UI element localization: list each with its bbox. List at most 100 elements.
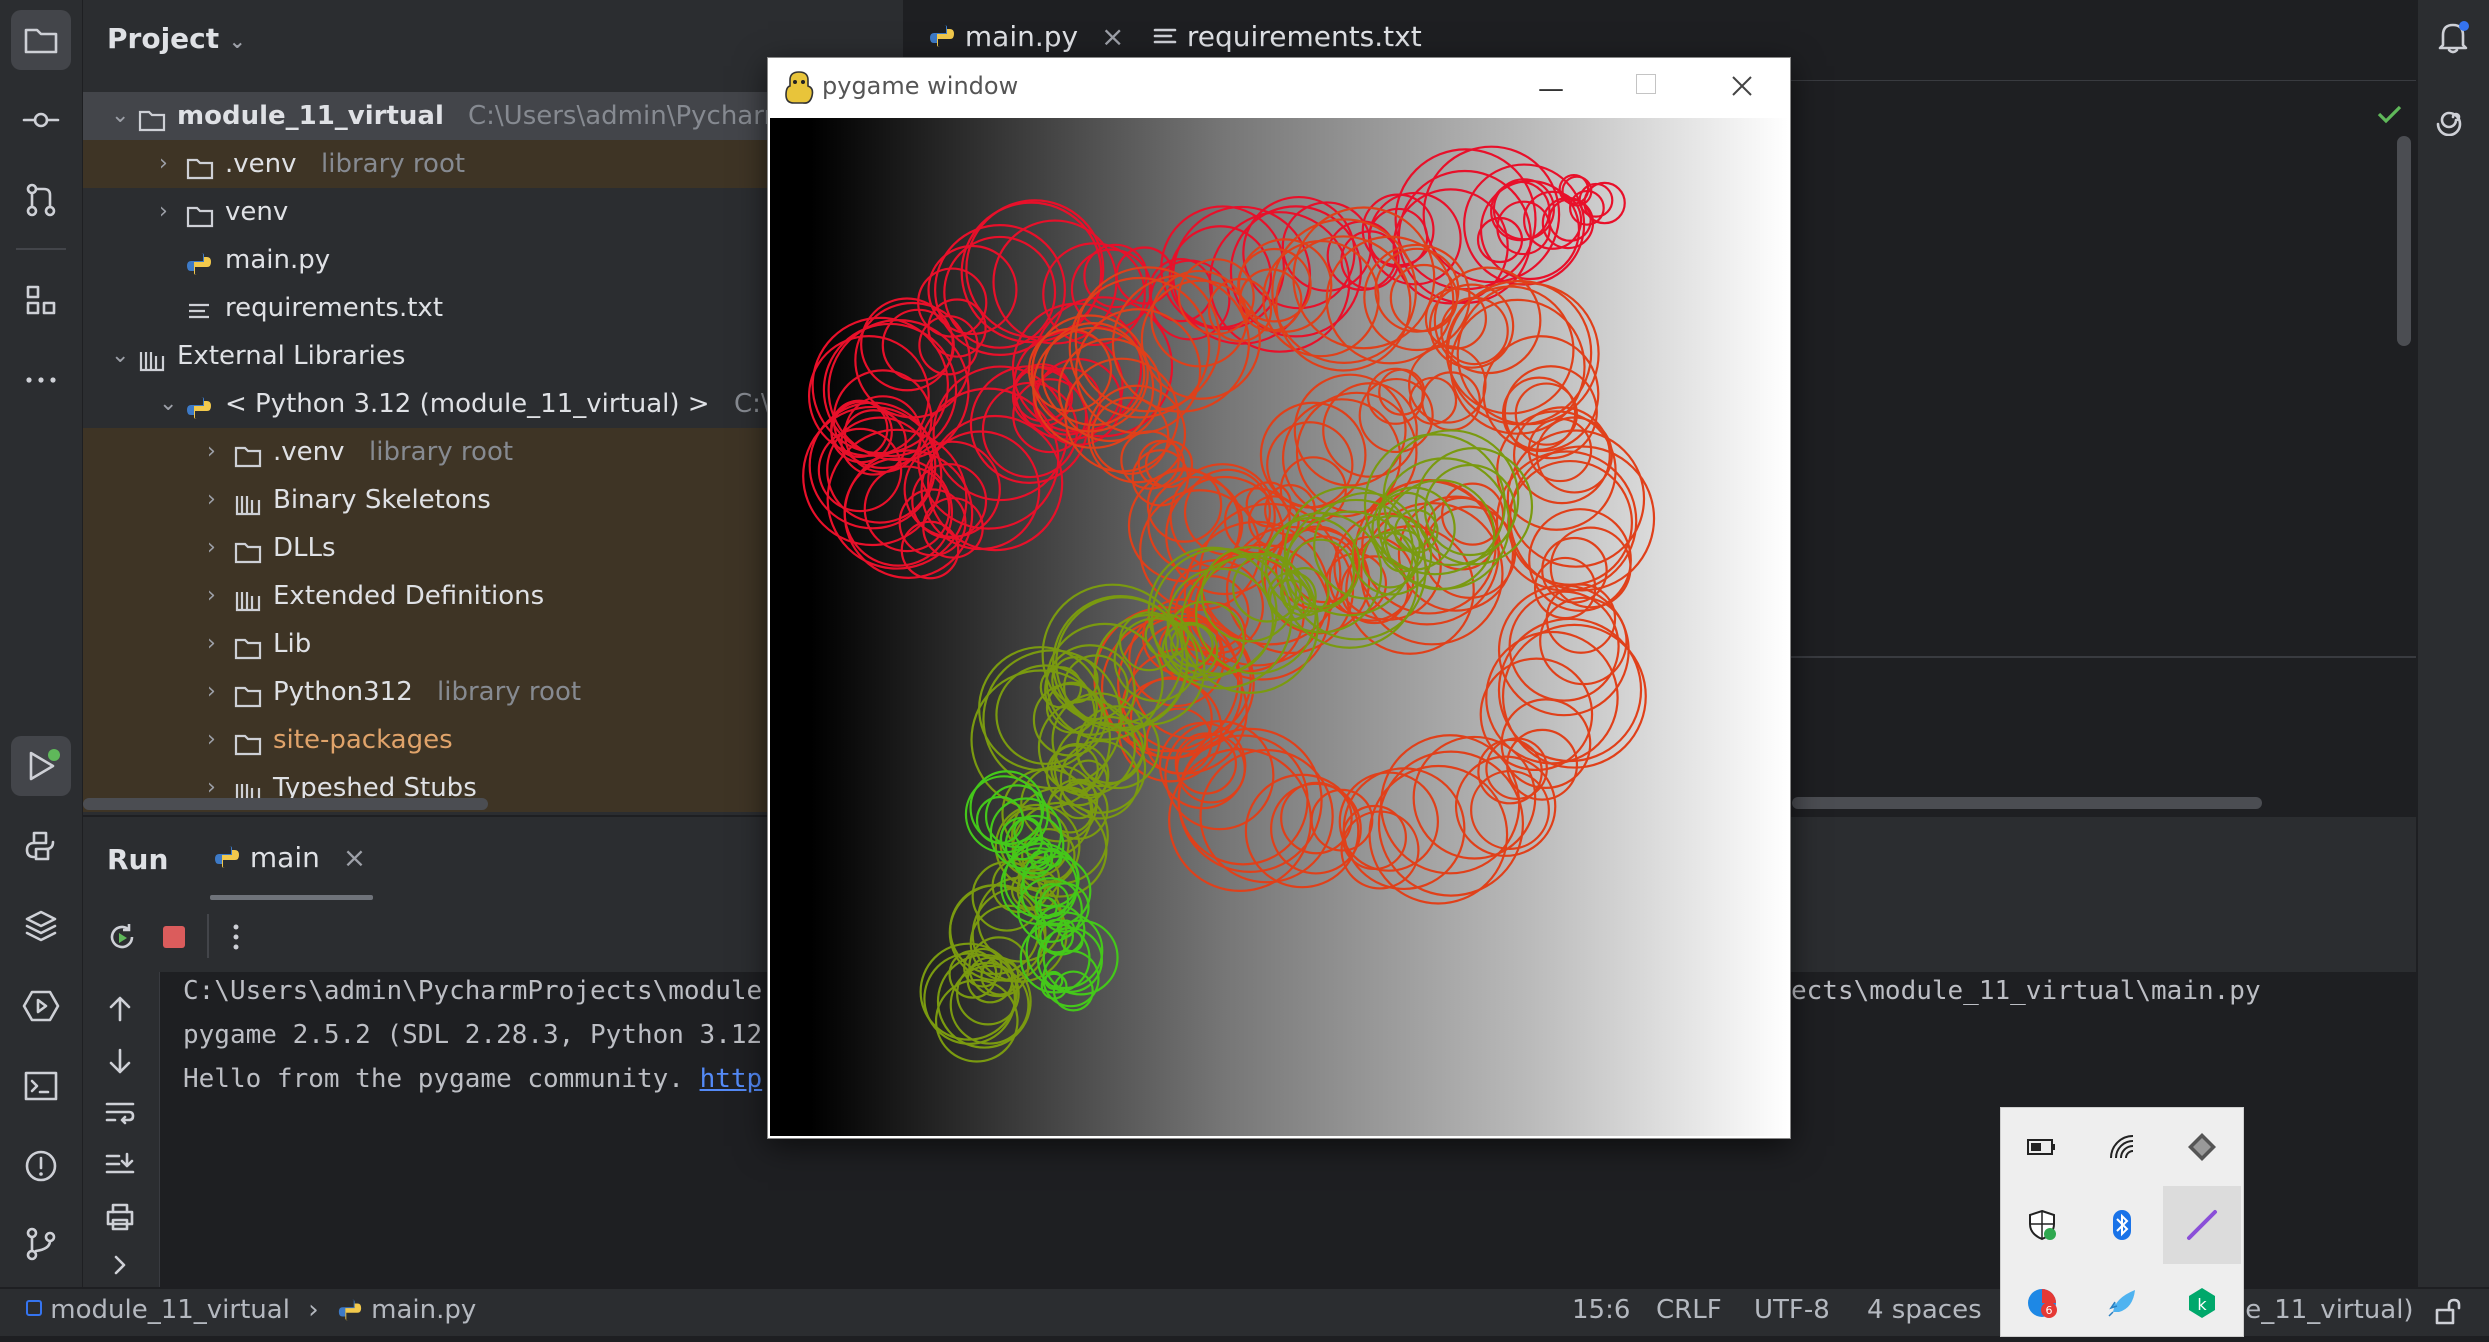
trail-circle [934,978,1019,1063]
text-file-icon [185,294,215,322]
indent-setting[interactable]: 4 spaces [1867,1295,1982,1325]
notifications-button[interactable] [2428,12,2478,62]
trail-circle [863,465,951,553]
chevron-right-icon[interactable] [105,1250,135,1280]
folder-icon [233,534,263,564]
problems-button[interactable] [11,1136,71,1196]
trail-circle [1322,382,1418,478]
run-tab-main[interactable]: main × [213,841,366,874]
print-icon[interactable] [103,1200,137,1234]
close-icon[interactable] [1728,72,1756,100]
browser-badge-icon[interactable]: 6 [2003,1264,2081,1342]
tab-requirements[interactable]: requirements.txt [1152,20,1422,53]
pygame-canvas[interactable] [770,118,1788,1136]
folder-icon [233,438,263,468]
file-encoding[interactable]: UTF-8 [1754,1295,1830,1325]
console-line-1-tail: ects\module_11_virtual\main.py [1791,976,2261,1006]
trail-circle [926,414,1064,552]
chevron-right-icon[interactable]: › [207,716,216,764]
run-side-toolbar [83,972,160,1287]
tab-main-py-label: main.py [964,20,1079,53]
breadcrumb-file[interactable]: main.py [371,1295,476,1325]
chevron-down-icon[interactable]: ⌄ [111,92,129,140]
tree-item-label: .venv [273,437,345,467]
services-button[interactable] [11,976,71,1036]
chevron-right-icon[interactable]: › [207,620,216,668]
project-tool-button[interactable] [11,10,71,70]
tree-item-label: site-packages [273,725,453,755]
project-panel-title[interactable]: Project ⌄ [107,22,246,55]
services-icon [22,990,60,1022]
battery-icon[interactable] [2003,1108,2081,1186]
run-tool-button[interactable] [11,736,71,796]
caret-position[interactable]: 15:6 [1572,1295,1630,1325]
layers-icon [25,910,57,942]
run-tab-close-icon[interactable]: × [343,841,366,874]
interpreter-selector[interactable]: le_11_virtual) [2238,1295,2414,1325]
python-packages-button[interactable] [11,896,71,956]
chevron-down-icon[interactable]: ⌄ [159,380,177,428]
chevron-right-icon[interactable]: › [207,668,216,716]
python-file-icon [215,846,239,868]
trail-circle [1368,764,1509,905]
project-title-label: Project [107,22,220,55]
chevron-right-icon[interactable]: › [207,476,216,524]
stop-icon[interactable] [163,926,185,948]
terminal-button[interactable] [11,1056,71,1116]
trail-circle [1514,382,1578,446]
rerun-icon[interactable] [105,920,139,954]
pen-app-icon[interactable] [2163,1186,2241,1264]
tree-item-label: requirements.txt [225,293,444,323]
tab-requirements-label: requirements.txt [1186,20,1422,53]
arrow-down-icon[interactable] [103,1044,137,1078]
svg-text:k: k [2197,1295,2207,1314]
editor-horizontal-scrollbar[interactable] [1792,797,2262,809]
chevron-down-icon[interactable]: ⌄ [111,332,129,380]
scroll-to-end-icon[interactable] [103,1148,137,1182]
python-console-button[interactable] [11,816,71,876]
left-tool-strip [0,0,83,1287]
folder-icon [24,28,58,54]
trail-circle [1117,614,1255,753]
pull-requests-tool-button[interactable] [11,170,71,230]
text-file-icon [1153,28,1177,44]
maximize-icon[interactable] [1636,74,1656,94]
soft-wrap-icon[interactable] [103,1096,137,1130]
chevron-right-icon[interactable]: › [159,188,168,236]
chevron-right-icon[interactable]: › [207,428,216,476]
minimize-icon[interactable]: — [1538,74,1564,104]
tree-item-label: venv [225,197,289,227]
more-icon [26,377,56,383]
commit-tool-button[interactable] [11,90,71,150]
horizontal-scrollbar[interactable] [83,798,488,810]
checkmark-icon [2377,105,2402,124]
kaspersky-icon[interactable]: k [2163,1264,2241,1342]
chevron-right-icon[interactable]: › [207,524,216,572]
tree-item-label: .venv [225,149,297,179]
console-link[interactable]: http [700,1064,763,1094]
pygame-window[interactable]: pygame window — [768,58,1790,1138]
breadcrumb-project[interactable]: module_11_virtual [50,1295,290,1325]
chevron-right-icon[interactable]: › [159,140,168,188]
git-button[interactable] [11,1214,71,1274]
wifi-icon[interactable] [2083,1108,2161,1186]
tab-close-icon[interactable]: × [1101,20,1124,53]
bluetooth-icon[interactable] [2083,1186,2161,1264]
lock-icon[interactable] [2432,1297,2462,1327]
security-shield-icon[interactable] [2003,1186,2081,1264]
structure-tool-button[interactable] [11,270,71,330]
more-tools-button[interactable] [11,350,71,410]
line-ending[interactable]: CRLF [1656,1295,1722,1325]
editor-vertical-scrollbar[interactable] [2397,136,2411,346]
rocket-icon[interactable] [2083,1264,2161,1342]
problems-icon [25,1150,57,1182]
pull-request-icon [26,183,56,217]
ai-assistant-button[interactable] [2428,92,2478,142]
chevron-down-icon: ⌄ [228,29,246,53]
diamond-app-icon[interactable] [2163,1108,2241,1186]
arrow-up-icon[interactable] [103,992,137,1026]
more-icon[interactable] [229,920,243,954]
tab-main-py[interactable]: main.py × [928,20,1124,53]
chevron-right-icon[interactable]: › [207,572,216,620]
pygame-titlebar[interactable]: pygame window — [768,58,1790,116]
